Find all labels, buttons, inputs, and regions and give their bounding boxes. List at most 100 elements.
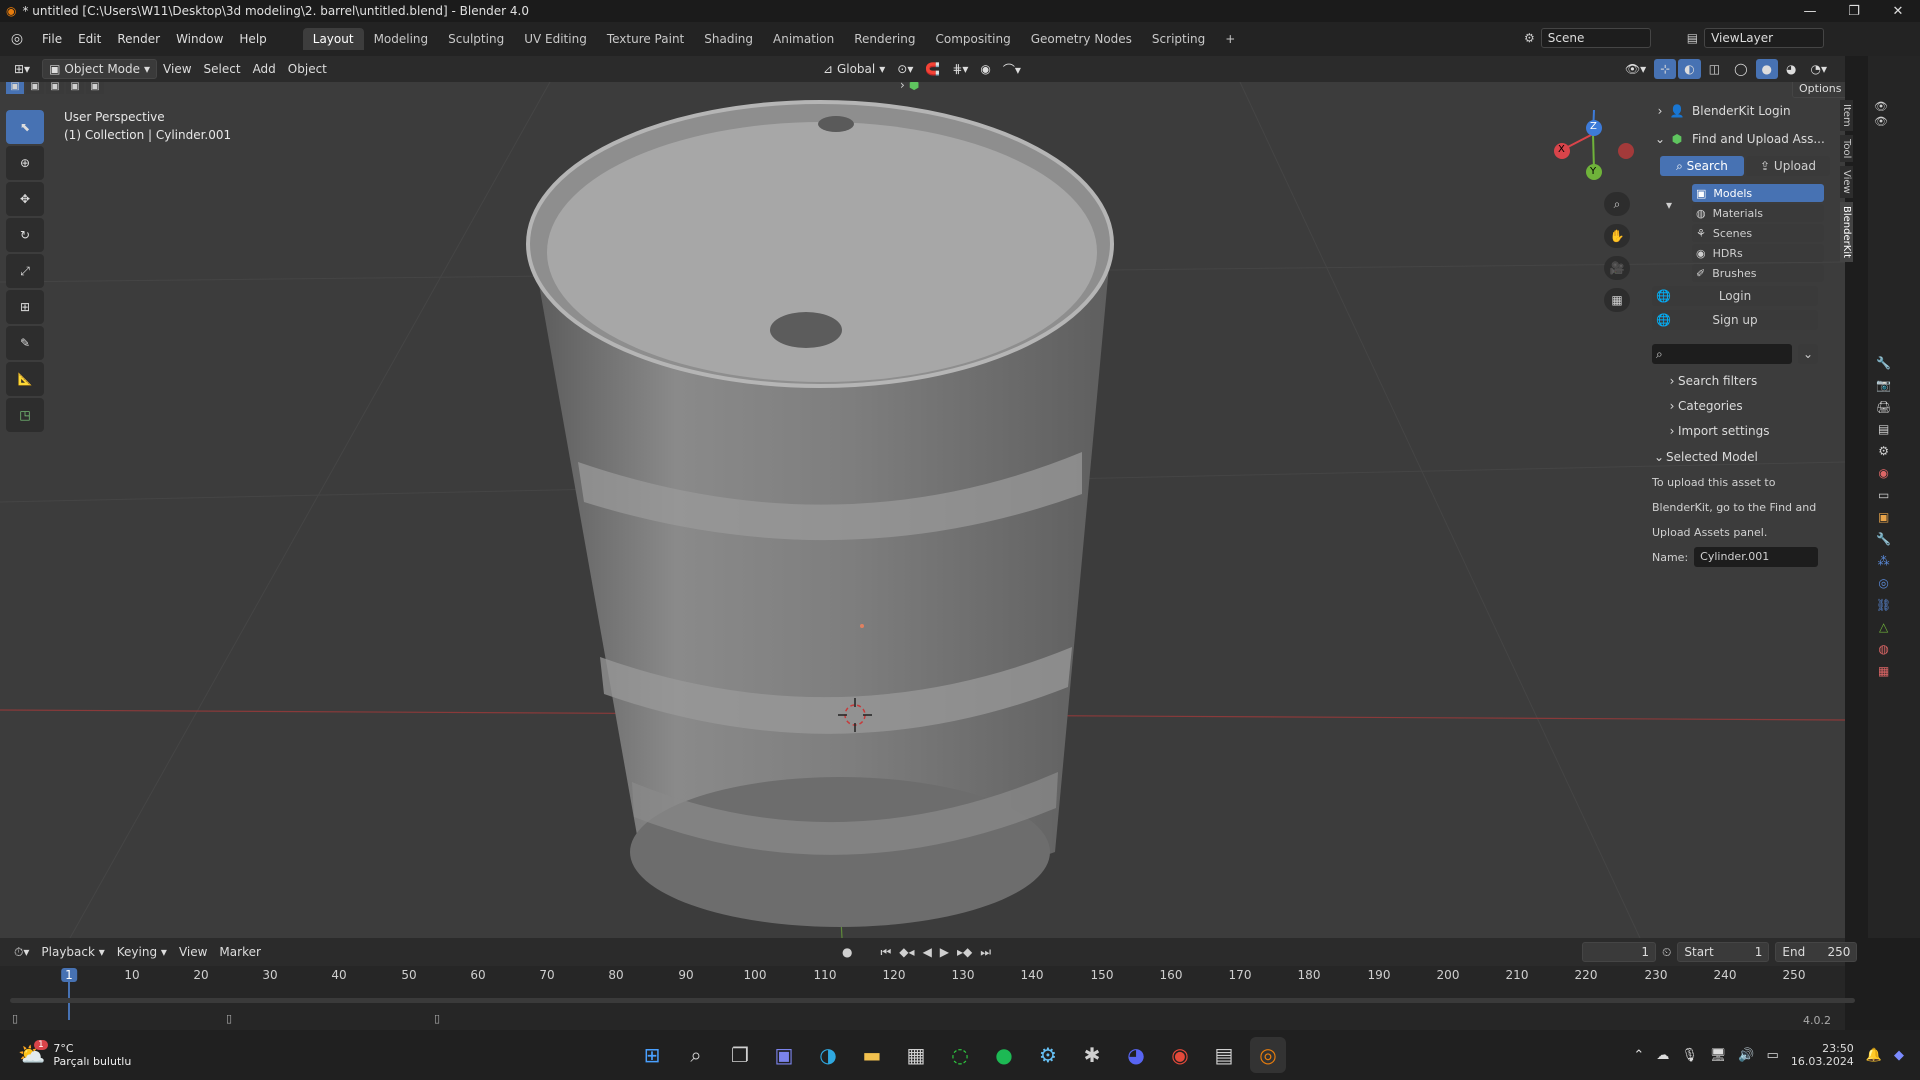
tab-tool[interactable]: Tool <box>1840 134 1853 163</box>
maximize-button[interactable]: ❐ <box>1832 0 1876 22</box>
razer-icon[interactable]: ◌ <box>942 1037 978 1073</box>
tab-sculpting[interactable]: Sculpting <box>438 28 514 50</box>
physics-properties-icon[interactable]: ◎ <box>1876 576 1891 590</box>
name-field[interactable]: Cylinder.001 <box>1694 547 1819 567</box>
proportional-edit-icon[interactable]: ◉ <box>974 59 996 79</box>
view-layer-properties-icon[interactable]: ▤ <box>1876 422 1891 436</box>
view-layer-selector[interactable]: ViewLayer <box>1704 28 1825 48</box>
select-new-icon[interactable]: ▣ <box>6 82 24 94</box>
microphone-icon[interactable]: 🎙 <box>1681 1048 1698 1063</box>
blenderkit-logo-icon[interactable]: ⬢ <box>909 82 919 92</box>
grid-toggle-icon[interactable]: ▦ <box>1604 288 1630 312</box>
eye-icon[interactable]: 👁 <box>1874 115 1888 128</box>
eye-icon[interactable]: 👁 <box>1874 100 1888 113</box>
modifier-properties-icon[interactable]: 🔧 <box>1876 532 1891 546</box>
data-properties-icon[interactable]: △ <box>1876 620 1891 634</box>
menu-render[interactable]: Render <box>109 32 168 46</box>
microsoft-store-icon[interactable]: ▦ <box>898 1037 934 1073</box>
spotify-icon[interactable]: ● <box>986 1037 1022 1073</box>
teams-chat-icon[interactable]: ▣ <box>766 1037 802 1073</box>
material-shading-icon[interactable]: ◕ <box>1780 59 1802 79</box>
search-tab[interactable]: ⌕ Search <box>1660 156 1744 176</box>
volume-icon[interactable]: 🔊 <box>1738 1048 1754 1063</box>
chevron-right-icon[interactable]: › <box>900 82 905 92</box>
steam-icon[interactable]: ⚙ <box>1030 1037 1066 1073</box>
chevron-down-icon[interactable]: ▾ <box>1666 198 1672 212</box>
tab-view[interactable]: View <box>1840 166 1853 198</box>
gizmo-x-label[interactable]: X <box>1558 144 1565 155</box>
tab-animation[interactable]: Animation <box>763 28 844 50</box>
tab-layout[interactable]: Layout <box>302 28 364 50</box>
onedrive-icon[interactable]: ☁ <box>1656 1048 1669 1063</box>
select-subtract-icon[interactable]: ▣ <box>46 82 64 94</box>
tab-rendering[interactable]: Rendering <box>844 28 925 50</box>
xray-icon[interactable]: ◫ <box>1703 59 1726 79</box>
gizmo-z-label[interactable]: Z <box>1590 121 1597 132</box>
search-filters-section[interactable]: › Search filters <box>1652 370 1830 392</box>
copilot-icon[interactable]: ◆ <box>1894 1048 1904 1063</box>
task-view-icon[interactable]: ❐ <box>722 1037 758 1073</box>
scale-tool[interactable]: ⤢ <box>6 254 44 288</box>
move-tool[interactable]: ✥ <box>6 182 44 216</box>
measure-tool[interactable]: 📐 <box>6 362 44 396</box>
asset-type-materials[interactable]: ◍ Materials <box>1692 204 1824 222</box>
add-workspace-button[interactable]: + <box>1215 28 1245 50</box>
render-properties-icon[interactable]: 📷 <box>1876 378 1891 392</box>
select-intersect-icon[interactable]: ▣ <box>86 82 104 94</box>
tab-blenderkit[interactable]: BlenderKit <box>1840 201 1853 262</box>
menu-select[interactable]: Select <box>198 59 247 79</box>
blenderkit-login-header[interactable]: › 👤 BlenderKit Login <box>1652 100 1830 122</box>
import-settings-section[interactable]: › Import settings <box>1652 420 1830 442</box>
menu-view[interactable]: View <box>157 59 197 79</box>
menu-help[interactable]: Help <box>231 32 274 46</box>
solid-shading-icon[interactable]: ● <box>1755 59 1779 79</box>
pan-hand-icon[interactable]: ✋ <box>1604 224 1630 248</box>
scene-selector[interactable]: Scene <box>1540 28 1651 48</box>
options-dropdown[interactable]: Options ▾ <box>1792 82 1845 98</box>
bell-icon[interactable]: 🔔 <box>1866 1048 1882 1063</box>
rotate-tool[interactable]: ↻ <box>6 218 44 252</box>
selected-model-header[interactable]: ⌄ Selected Model <box>1652 446 1830 468</box>
menu-file[interactable]: File <box>34 32 70 46</box>
camera-icon[interactable]: 🎥 <box>1604 256 1630 280</box>
tab-compositing[interactable]: Compositing <box>925 28 1020 50</box>
tab-uv-editing[interactable]: UV Editing <box>514 28 597 50</box>
login-button[interactable]: 🌐 Login <box>1652 286 1818 306</box>
tab-item[interactable]: Item <box>1840 100 1853 131</box>
texture-properties-icon[interactable]: ▦ <box>1876 664 1891 678</box>
select-box-tool[interactable]: ⬉ <box>6 110 44 144</box>
editor-type-icon[interactable]: ⊞▾ <box>8 59 36 79</box>
zoom-icon[interactable]: ⌕ <box>1604 192 1630 216</box>
tab-modeling[interactable]: Modeling <box>364 28 439 50</box>
battery-icon[interactable]: ▭ <box>1767 1048 1779 1063</box>
menu-window[interactable]: Window <box>168 32 231 46</box>
scene-icon[interactable]: ⚙ <box>1524 31 1535 45</box>
find-upload-header[interactable]: ⌄ ⬢ Find and Upload Ass... <box>1652 128 1830 150</box>
tab-scripting[interactable]: Scripting <box>1142 28 1215 50</box>
discord-icon[interactable]: ◕ <box>1118 1037 1154 1073</box>
frame-ruler[interactable]: 1 10 20 30 40 50 60 70 80 90 100 110 120… <box>0 938 1845 1030</box>
tool-properties-icon[interactable]: 🔧 <box>1876 356 1891 370</box>
menu-edit[interactable]: Edit <box>70 32 109 46</box>
windows-start-icon[interactable]: ⊞ <box>634 1037 670 1073</box>
cursor-tool[interactable]: ⊕ <box>6 146 44 180</box>
blender-taskbar-icon[interactable]: ◎ <box>1250 1037 1286 1073</box>
tab-geometry-nodes[interactable]: Geometry Nodes <box>1021 28 1142 50</box>
calculator-icon[interactable]: ▤ <box>1206 1037 1242 1073</box>
annotate-tool[interactable]: ✎ <box>6 326 44 360</box>
asset-search-field[interactable]: ⌕ <box>1652 344 1792 364</box>
wireframe-shading-icon[interactable]: ◯ <box>1728 59 1753 79</box>
gizmo-y-label[interactable]: Y <box>1590 166 1596 177</box>
edge-browser-icon[interactable]: ◑ <box>810 1037 846 1073</box>
filter-dropdown-icon[interactable]: ⌄ <box>1798 344 1818 364</box>
falloff-icon[interactable]: ⌒▾ <box>997 59 1027 79</box>
constraints-properties-icon[interactable]: ⛓ <box>1876 598 1891 612</box>
tab-shading[interactable]: Shading <box>694 28 763 50</box>
clock[interactable]: 23:50 16.03.2024 <box>1791 1042 1854 1068</box>
signup-button[interactable]: 🌐 Sign up <box>1652 310 1818 330</box>
weather-widget[interactable]: ⛅ 1 7°C Parçalı bulutlu <box>18 1040 131 1068</box>
object-properties-icon[interactable]: ▣ <box>1876 510 1891 524</box>
transform-orientation-dropdown[interactable]: ⊿ Global ▾ <box>817 59 891 79</box>
asset-type-hdrs[interactable]: ◉ HDRs <box>1692 244 1824 262</box>
add-cube-tool[interactable]: ◳ <box>6 398 44 432</box>
